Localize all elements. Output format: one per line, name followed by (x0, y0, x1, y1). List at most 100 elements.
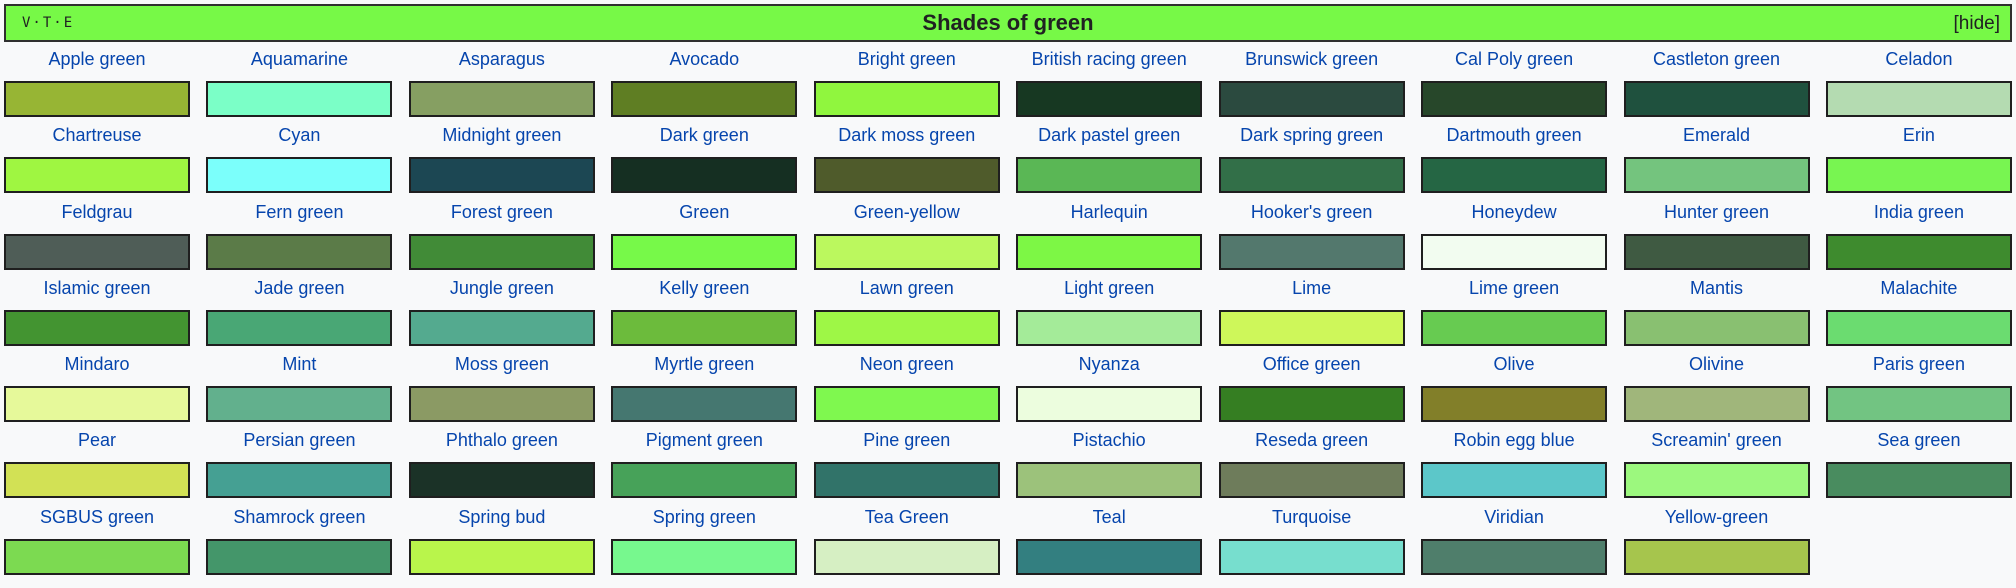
shade-link[interactable]: Dark pastel green (1016, 122, 1202, 146)
shade-cell: Viridian (1421, 504, 1608, 580)
color-swatch (1421, 462, 1608, 499)
shade-link[interactable]: Mint (206, 351, 392, 375)
shade-cell: Mantis (1623, 275, 1810, 351)
shade-link[interactable]: Olivine (1624, 351, 1810, 375)
color-swatch (1825, 233, 2012, 270)
shade-cell: Mindaro (4, 351, 190, 427)
hide-toggle[interactable]: [hide] (1954, 13, 2000, 35)
color-swatch (1016, 157, 1203, 194)
shade-link[interactable]: Kelly green (611, 275, 797, 299)
shade-link[interactable]: Jade green (206, 275, 392, 299)
shade-link[interactable]: Spring green (611, 504, 797, 528)
color-swatch (4, 538, 190, 575)
shade-link[interactable]: Honeydew (1421, 199, 1607, 223)
color-swatch (1421, 538, 1608, 575)
shade-link[interactable]: Dartmouth green (1421, 122, 1607, 146)
shade-link[interactable]: Cyan (206, 122, 392, 146)
shade-link[interactable]: Robin egg blue (1421, 427, 1607, 451)
shade-link[interactable]: Avocado (611, 46, 797, 70)
shade-link[interactable]: Phthalo green (409, 427, 595, 451)
color-swatch (1016, 462, 1203, 499)
shade-link[interactable]: Chartreuse (4, 122, 190, 146)
shade-cell: Dark moss green (813, 122, 1000, 198)
shade-link[interactable]: Castleton green (1624, 46, 1810, 70)
shade-cell: Apple green (4, 46, 190, 122)
shade-link[interactable]: SGBUS green (4, 504, 190, 528)
shade-link[interactable]: Pigment green (611, 427, 797, 451)
vte-links[interactable]: V·T·E (22, 15, 74, 31)
shade-cell: Reseda green (1218, 427, 1405, 503)
shade-link[interactable]: Pear (4, 427, 190, 451)
shade-link[interactable]: Feldgrau (4, 199, 190, 223)
shade-link[interactable]: Light green (1016, 275, 1202, 299)
shade-link[interactable]: Erin (1826, 122, 2012, 146)
color-swatch (408, 81, 595, 117)
shade-cell: Cyan (206, 122, 393, 198)
shade-link[interactable]: Sea green (1826, 427, 2012, 451)
shade-link[interactable]: Mindaro (4, 351, 190, 375)
shade-link[interactable]: Brunswick green (1219, 46, 1405, 70)
shade-link[interactable]: Lime green (1421, 275, 1607, 299)
shade-link[interactable]: Cal Poly green (1421, 46, 1607, 70)
shade-link[interactable]: Hunter green (1624, 199, 1810, 223)
shade-link[interactable]: Green-yellow (814, 199, 1000, 223)
shade-cell: Pigment green (611, 427, 798, 503)
color-swatch (1016, 386, 1203, 423)
shade-link[interactable]: Malachite (1826, 275, 2012, 299)
shade-link[interactable]: Neon green (814, 351, 1000, 375)
shade-link[interactable]: Lime (1219, 275, 1405, 299)
shade-link[interactable]: Nyanza (1016, 351, 1202, 375)
shade-link[interactable]: India green (1826, 199, 2012, 223)
shade-link[interactable]: Lawn green (814, 275, 1000, 299)
shade-link[interactable]: Dark spring green (1219, 122, 1405, 146)
shade-link[interactable]: Office green (1219, 351, 1405, 375)
color-swatch (813, 309, 1000, 346)
shade-link[interactable]: Spring bud (409, 504, 595, 528)
shade-link[interactable]: Pine green (814, 427, 1000, 451)
shade-link[interactable]: Celadon (1826, 46, 2012, 70)
shade-link[interactable]: Teal (1016, 504, 1202, 528)
shade-link[interactable]: Jungle green (409, 275, 595, 299)
shade-link[interactable]: Forest green (409, 199, 595, 223)
shade-link[interactable]: Mantis (1624, 275, 1810, 299)
shade-link[interactable]: Asparagus (409, 46, 595, 70)
color-swatch (206, 157, 393, 194)
shade-link[interactable]: Aquamarine (206, 46, 392, 70)
shade-link[interactable]: Paris green (1826, 351, 2012, 375)
shade-link[interactable]: Hooker's green (1219, 199, 1405, 223)
shade-link[interactable]: Turquoise (1219, 504, 1405, 528)
shade-cell: Green-yellow (813, 199, 1000, 275)
color-swatch (1016, 309, 1203, 346)
shade-link[interactable]: British racing green (1016, 46, 1202, 70)
shade-link[interactable]: Fern green (206, 199, 392, 223)
shade-link[interactable]: Screamin' green (1624, 427, 1810, 451)
shade-link[interactable]: Viridian (1421, 504, 1607, 528)
shade-link[interactable]: Tea Green (814, 504, 1000, 528)
shade-link[interactable]: Moss green (409, 351, 595, 375)
shade-link[interactable]: Apple green (4, 46, 190, 70)
shade-link[interactable]: Myrtle green (611, 351, 797, 375)
color-swatch (1016, 81, 1203, 117)
color-swatch (813, 386, 1000, 423)
color-swatch (4, 233, 190, 270)
shade-cell: Pistachio (1016, 427, 1203, 503)
shade-link[interactable]: Bright green (814, 46, 1000, 70)
shade-link[interactable]: Green (611, 199, 797, 223)
shade-link[interactable]: Persian green (206, 427, 392, 451)
shade-cell: Green (611, 199, 798, 275)
shade-link[interactable]: Reseda green (1219, 427, 1405, 451)
shade-link[interactable]: Harlequin (1016, 199, 1202, 223)
color-swatch (4, 386, 190, 423)
color-swatch (1623, 386, 1810, 423)
shade-link[interactable]: Yellow-green (1624, 504, 1810, 528)
shade-cell: Persian green (206, 427, 393, 503)
shade-link[interactable]: Dark green (611, 122, 797, 146)
shade-link[interactable]: Olive (1421, 351, 1607, 375)
shade-link[interactable]: Midnight green (409, 122, 595, 146)
shade-link[interactable]: Islamic green (4, 275, 190, 299)
shade-link[interactable]: Emerald (1624, 122, 1810, 146)
shade-link[interactable]: Dark moss green (814, 122, 1000, 146)
color-swatch (1825, 462, 2012, 499)
shade-link[interactable]: Shamrock green (206, 504, 392, 528)
shade-link[interactable]: Pistachio (1016, 427, 1202, 451)
